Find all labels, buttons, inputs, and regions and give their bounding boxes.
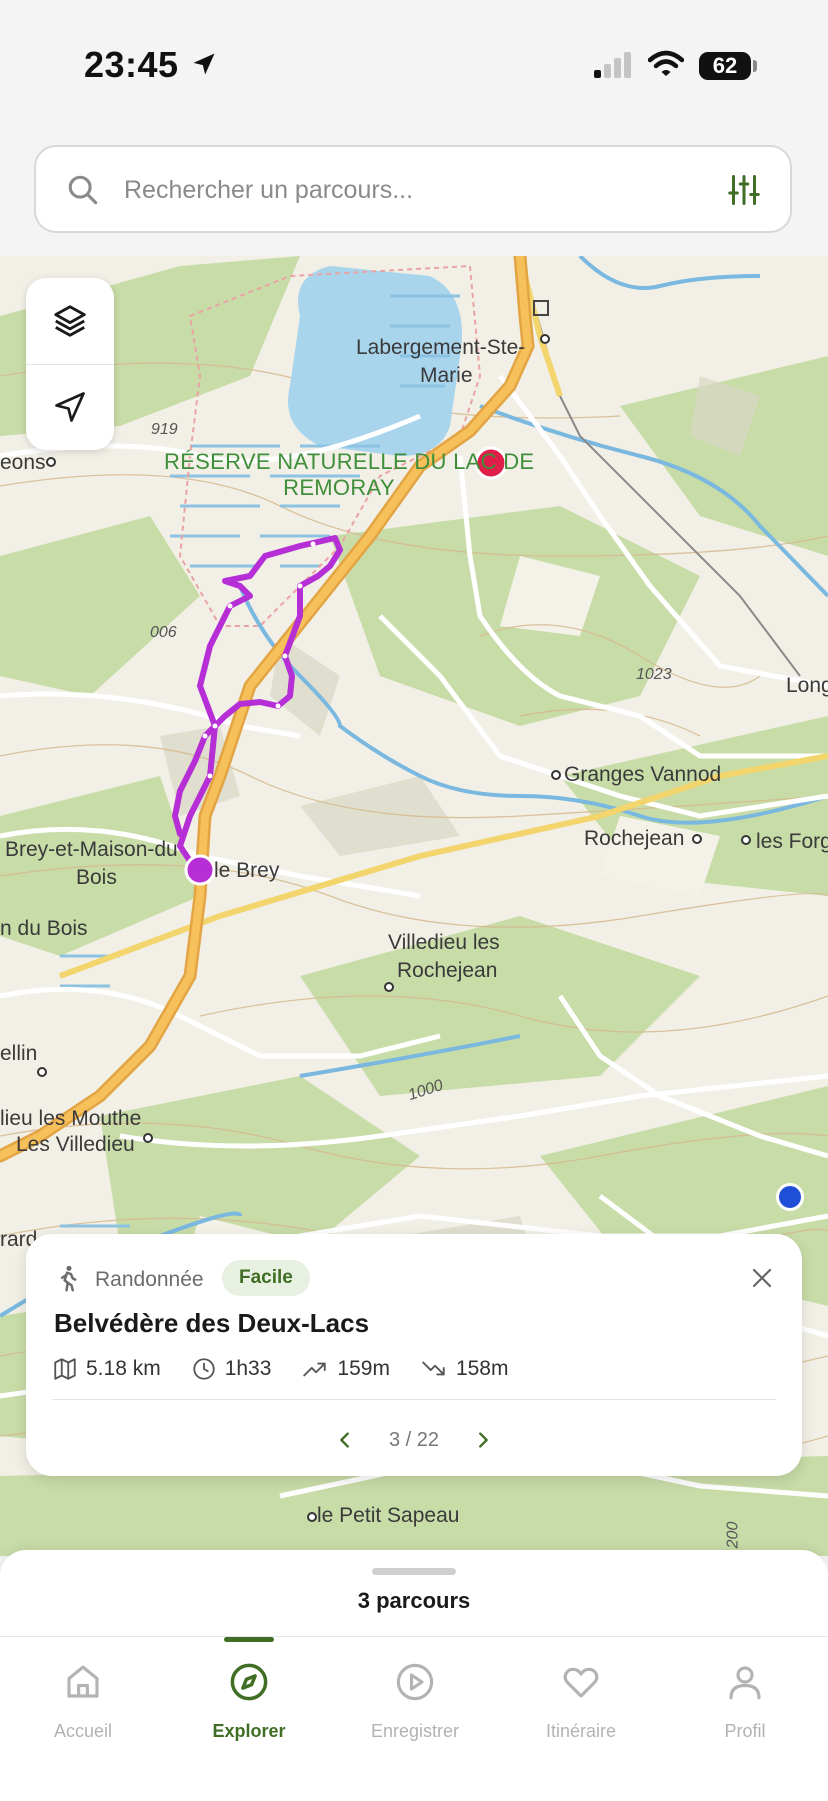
activity-type: Randonnée [95, 1268, 204, 1291]
map-label-mouthe: lieu les Mouthe [0, 1107, 142, 1130]
map-label-rochejean: Rochejean [584, 827, 685, 850]
stat-duration-value: 1h33 [224, 1357, 272, 1380]
stat-ascent-value: 159m [337, 1357, 390, 1380]
map-label-ellin: ellin [0, 1042, 38, 1065]
tab-itineraire-label: Itinéraire [545, 1721, 617, 1741]
tab-profil-label: Profil [724, 1721, 766, 1741]
layers-button[interactable] [26, 278, 114, 364]
next-route-button[interactable] [463, 1420, 503, 1460]
sheet-drag-handle[interactable] [372, 1568, 456, 1575]
map-label-marie: Marie [420, 364, 473, 387]
map-label-villedieu-rochejean: Rochejean [397, 959, 498, 982]
tab-bar: Accueil Explorer Enregistrer Itinéraire … [0, 1636, 828, 1801]
map-label-les-villedieu: Les Villedieu [16, 1133, 135, 1156]
location-arrow-icon [193, 53, 215, 75]
map-label-alt-1023: 1023 [636, 666, 672, 683]
search-icon [68, 175, 98, 205]
map-label-alt-919: 919 [151, 421, 178, 438]
tab-itineraire[interactable]: Itinéraire [498, 1637, 664, 1757]
tab-explorer-label: Explorer [212, 1721, 286, 1741]
route-pager: 3 / 22 [26, 1420, 802, 1460]
results-count: 3 parcours [357, 1588, 471, 1613]
map-label-petit-sapeau: le Petit Sapeau [317, 1504, 460, 1527]
tab-enregistrer[interactable]: Enregistrer [332, 1637, 498, 1757]
hiker-icon [60, 1265, 77, 1292]
search-bar[interactable] [34, 145, 792, 233]
battery-cap [753, 60, 757, 72]
navigation-arrow-icon [55, 392, 85, 422]
reserve-line-2: REMORAY [283, 475, 395, 500]
close-icon [752, 1268, 772, 1288]
tab-accueil[interactable]: Accueil [0, 1637, 166, 1757]
difficulty-badge: Facile [222, 1260, 310, 1296]
layers-icon [54, 305, 86, 337]
stat-descent: 158m [420, 1356, 509, 1382]
route-stats: 5.18 km 1h33 159m 158m [52, 1352, 538, 1386]
cellular-signal-icon [594, 52, 631, 78]
stat-distance-value: 5.18 km [86, 1357, 161, 1380]
pager-count: 3 / 22 [388, 1428, 440, 1451]
reserve-line-1: RÉSERVE NATURELLE DU LAC DE [164, 449, 535, 474]
stat-duration: 1h33 [191, 1356, 272, 1382]
previous-route-button[interactable] [325, 1420, 365, 1460]
trend-down-icon [422, 1361, 445, 1376]
close-card-button[interactable] [744, 1260, 780, 1296]
locate-button[interactable] [26, 364, 114, 450]
filter-sliders-icon[interactable] [726, 172, 762, 208]
map-label-villedieu: Villedieu les [388, 931, 500, 954]
active-tab-indicator [224, 1637, 274, 1642]
play-circle-icon [396, 1663, 434, 1701]
user-location-marker [776, 1183, 804, 1211]
battery-indicator: 62 [699, 52, 751, 80]
tab-profil[interactable]: Profil [662, 1637, 828, 1757]
map-label-long: Long [786, 674, 828, 697]
card-divider [52, 1399, 776, 1400]
chevron-right-icon [479, 1432, 488, 1448]
map-controls [26, 278, 114, 450]
map-label-reserve: RÉSERVE NATURELLE DU LAC DE REMORAY [164, 449, 535, 501]
wifi-icon [648, 50, 684, 76]
route-card[interactable]: Randonnée Facile Belvédère des Deux-Lacs… [26, 1234, 802, 1476]
home-icon [67, 1665, 99, 1698]
map-label-bois: Bois [76, 866, 117, 889]
map-label-forges: les Forg [756, 830, 828, 853]
status-bar: 23:45 62 [0, 0, 828, 135]
map-label-alt-006: 006 [150, 624, 177, 641]
user-icon [729, 1666, 761, 1700]
map-label-granges: Granges Vannod [564, 763, 722, 786]
results-sheet[interactable]: 3 parcours [0, 1550, 828, 1636]
map-label-brey-maison: Brey-et-Maison-du [5, 838, 178, 861]
map-label-labergement: Labergement-Ste- [356, 336, 526, 359]
heart-icon [563, 1667, 599, 1698]
chevron-left-icon [340, 1432, 349, 1448]
stat-distance: 5.18 km [52, 1356, 161, 1382]
map-label-le-brey: le Brey [214, 859, 280, 882]
map-label-eons: eons [0, 451, 46, 474]
map-label-alt-200: 200 [724, 1521, 742, 1549]
tab-enregistrer-label: Enregistrer [370, 1721, 460, 1741]
clock-icon [193, 1358, 215, 1380]
trend-up-icon [303, 1362, 327, 1377]
map-label-n-du-bois: n du Bois [0, 917, 88, 940]
route-title[interactable]: Belvédère des Deux-Lacs [54, 1308, 369, 1339]
tab-explorer[interactable]: Explorer [166, 1637, 332, 1757]
tab-accueil-label: Accueil [53, 1721, 113, 1741]
map-fold-icon [54, 1358, 76, 1380]
stat-descent-value: 158m [455, 1357, 509, 1380]
compass-icon [230, 1663, 268, 1701]
stat-ascent: 159m [301, 1356, 390, 1382]
status-time: 23:45 [84, 44, 179, 85]
search-input[interactable] [122, 165, 646, 215]
